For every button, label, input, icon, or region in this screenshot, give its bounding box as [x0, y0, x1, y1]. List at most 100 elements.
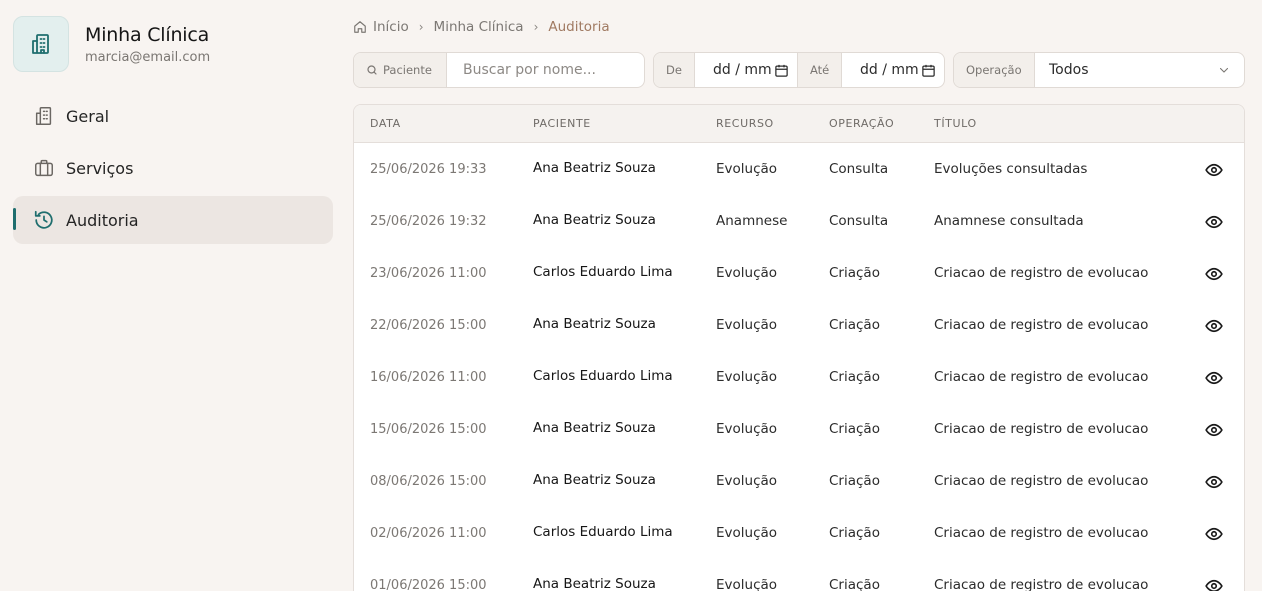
table-row[interactable]: 16/06/2026 11:00 Carlos Eduardo Lima Evolu… [354, 351, 1244, 403]
cell-date: 25/06/2026 19:32 [370, 214, 487, 229]
sidebar-item-label: Serviços [66, 158, 134, 178]
sidebar-item-servicos[interactable]: Serviços [13, 144, 333, 192]
clinic-building-icon [32, 34, 49, 54]
to-date-input[interactable]: dd / mm [842, 53, 942, 87]
cell-patient: Ana Beatriz Souza [533, 212, 656, 228]
eye-icon[interactable] [1205, 578, 1223, 591]
cell-resource: Evolução [716, 473, 778, 489]
cell-date: 25/06/2026 19:33 [370, 162, 487, 177]
from-label: De [654, 53, 695, 87]
column-header-data[interactable]: DATA [370, 117, 401, 130]
cell-title: Criacao de registro de evolucao [934, 265, 1149, 281]
cell-title: Evoluções consultadas [934, 161, 1088, 177]
sidebar-item-label: Geral [66, 106, 110, 126]
table-row[interactable]: 25/06/2026 19:32 Ana Beatriz Souza Anamnes… [354, 195, 1244, 247]
cell-operation: Criação [829, 317, 880, 333]
cell-date: 22/06/2026 15:00 [370, 318, 487, 333]
to-date-value: dd / mm [860, 62, 919, 78]
eye-icon[interactable] [1205, 370, 1223, 385]
table-row[interactable]: 25/06/2026 19:33 Ana Beatriz Souza Evoluçã… [354, 143, 1244, 195]
to-label: Até [798, 53, 842, 87]
cell-patient: Carlos Eduardo Lima [533, 524, 673, 540]
patient-label-text: Paciente [383, 63, 432, 77]
table-row[interactable]: 02/06/2026 11:00 Carlos Eduardo Lima Evolu… [354, 507, 1244, 559]
table-header: DATA PACIENTE RECURSO OPERAÇÃO TÍTULO [354, 105, 1244, 143]
column-header-titulo[interactable]: TÍTULO [934, 117, 977, 130]
cell-title: Criacao de registro de evolucao [934, 473, 1149, 489]
sidebar-item-auditoria[interactable]: Auditoria [13, 196, 333, 244]
column-header-paciente[interactable]: PACIENTE [533, 117, 591, 130]
cell-operation: Criação [829, 525, 880, 541]
operation-select[interactable]: Todos [1035, 53, 1244, 87]
column-header-operacao[interactable]: OPERAÇÃO [829, 117, 894, 130]
sidebar-nav: Geral Serviços Auditoria [13, 92, 333, 248]
column-header-recurso[interactable]: RECURSO [716, 117, 774, 130]
cell-title: Anamnese consultada [934, 213, 1084, 229]
cell-patient: Ana Beatriz Souza [533, 420, 656, 436]
calendar-icon [774, 64, 788, 77]
cell-operation: Criação [829, 369, 880, 385]
eye-icon[interactable] [1205, 214, 1223, 229]
table-row[interactable]: 22/06/2026 15:00 Ana Beatriz Souza Evoluçã… [354, 299, 1244, 351]
breadcrumb-home[interactable]: Início [373, 19, 409, 35]
cell-date: 01/06/2026 15:00 [370, 578, 487, 591]
patient-filter-label: Paciente [354, 53, 447, 87]
active-indicator [13, 208, 16, 230]
cell-resource: Evolução [716, 577, 778, 591]
cell-resource: Evolução [716, 369, 778, 385]
cell-date: 08/06/2026 15:00 [370, 474, 487, 489]
cell-patient: Carlos Eduardo Lima [533, 368, 673, 384]
clinic-header: Minha Clínica marcia@email.com [13, 16, 210, 72]
history-icon [33, 209, 55, 231]
patient-filter: Paciente Buscar por nome... [353, 52, 645, 88]
eye-icon[interactable] [1205, 422, 1223, 437]
home-icon[interactable] [353, 20, 367, 34]
eye-icon[interactable] [1205, 526, 1223, 541]
cell-operation: Criação [829, 421, 880, 437]
eye-icon[interactable] [1205, 162, 1223, 177]
cell-patient: Ana Beatriz Souza [533, 472, 656, 488]
sidebar: Minha Clínica marcia@email.com Geral Ser… [0, 0, 345, 591]
eye-icon[interactable] [1205, 266, 1223, 281]
breadcrumb-clinic[interactable]: Minha Clínica [434, 19, 524, 35]
cell-operation: Consulta [829, 161, 889, 177]
cell-operation: Consulta [829, 213, 889, 229]
cell-resource: Evolução [716, 265, 778, 281]
cell-title: Criacao de registro de evolucao [934, 421, 1149, 437]
chevron-right-icon: › [418, 20, 424, 34]
cell-resource: Evolução [716, 525, 778, 541]
audit-table: DATA PACIENTE RECURSO OPERAÇÃO TÍTULO 25… [353, 104, 1245, 591]
table-row[interactable]: 08/06/2026 15:00 Ana Beatriz Souza Evoluçã… [354, 455, 1244, 507]
table-row[interactable]: 15/06/2026 15:00 Ana Beatriz Souza Evoluçã… [354, 403, 1244, 455]
cell-title: Criacao de registro de evolucao [934, 525, 1149, 541]
clinic-logo [13, 16, 69, 72]
from-date-value: dd / mm [713, 62, 772, 78]
cell-patient: Carlos Eduardo Lima [533, 264, 673, 280]
cell-patient: Ana Beatriz Souza [533, 316, 656, 332]
breadcrumb: Início › Minha Clínica › Auditoria [353, 16, 610, 38]
breadcrumb-current: Auditoria [548, 19, 610, 35]
from-date-input[interactable]: dd / mm [695, 53, 798, 87]
cell-date: 16/06/2026 11:00 [370, 370, 487, 385]
chevron-down-icon [1219, 67, 1229, 73]
cell-operation: Criação [829, 577, 880, 591]
briefcase-icon [33, 157, 55, 179]
cell-date: 23/06/2026 11:00 [370, 266, 487, 281]
cell-title: Criacao de registro de evolucao [934, 577, 1149, 591]
cell-title: Criacao de registro de evolucao [934, 317, 1149, 333]
table-row[interactable]: 23/06/2026 11:00 Carlos Eduardo Lima Evolu… [354, 247, 1244, 299]
table-body: 25/06/2026 19:33 Ana Beatriz Souza Evoluçã… [354, 143, 1244, 591]
operation-filter[interactable]: Operação Todos [953, 52, 1245, 88]
eye-icon[interactable] [1205, 318, 1223, 333]
building-icon [33, 105, 55, 127]
cell-patient: Ana Beatriz Souza [533, 160, 656, 176]
cell-resource: Evolução [716, 421, 778, 437]
table-row[interactable]: 01/06/2026 15:00 Ana Beatriz Souza Evoluçã… [354, 559, 1244, 591]
cell-operation: Criação [829, 473, 880, 489]
operation-label: Operação [954, 53, 1035, 87]
sidebar-item-geral[interactable]: Geral [13, 92, 333, 140]
cell-date: 15/06/2026 15:00 [370, 422, 487, 437]
eye-icon[interactable] [1205, 474, 1223, 489]
patient-search-input[interactable]: Buscar por nome... [447, 53, 612, 87]
cell-date: 02/06/2026 11:00 [370, 526, 487, 541]
